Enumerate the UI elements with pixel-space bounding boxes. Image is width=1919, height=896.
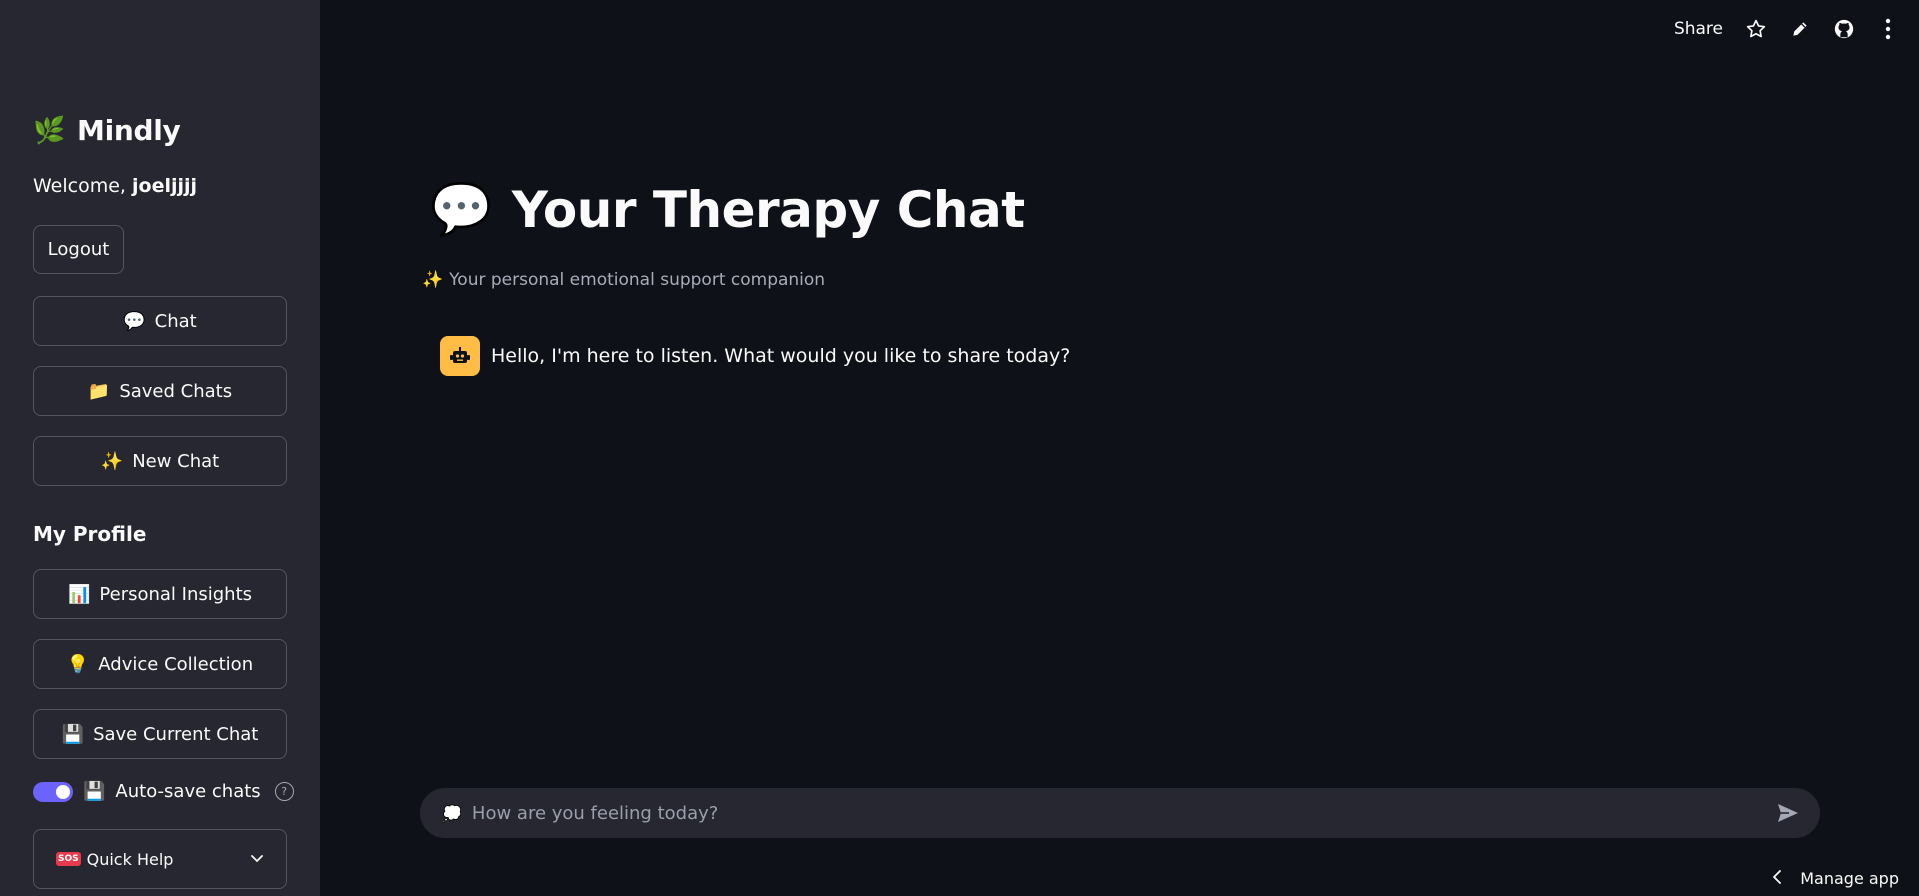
save-current-chat-label: Save Current Chat bbox=[93, 723, 259, 745]
lightbulb-icon: 💡 bbox=[66, 653, 90, 675]
send-icon[interactable] bbox=[1774, 799, 1802, 827]
sparkles-icon: ✨ bbox=[422, 270, 444, 290]
autosave-toggle[interactable] bbox=[33, 781, 73, 802]
new-chat-button[interactable]: ✨ New Chat bbox=[33, 436, 287, 486]
more-vertical-icon[interactable] bbox=[1877, 18, 1899, 40]
share-button[interactable]: Share bbox=[1674, 19, 1723, 39]
leaf-icon: 🌿 bbox=[33, 115, 66, 146]
chat-message-text: Hello, I'm here to listen. What would yo… bbox=[491, 345, 1071, 367]
brand: 🌿 Mindly bbox=[33, 114, 181, 147]
chat-input-bar: 💭 bbox=[420, 788, 1820, 838]
manage-app-button[interactable]: Manage app bbox=[1772, 869, 1899, 888]
thought-bubble-icon: 💭 bbox=[442, 803, 462, 823]
quick-help-label: Quick Help bbox=[86, 849, 174, 869]
top-toolbar: Share bbox=[1674, 18, 1899, 40]
advice-collection-button[interactable]: 💡 Advice Collection bbox=[33, 639, 287, 689]
chat-button-label: Chat bbox=[154, 310, 197, 332]
help-icon[interactable]: ? bbox=[274, 782, 294, 801]
saved-chats-label: Saved Chats bbox=[119, 380, 233, 402]
logout-button[interactable]: Logout bbox=[33, 225, 124, 274]
personal-insights-label: Personal Insights bbox=[99, 583, 253, 605]
autosave-row: 💾 Auto-save chats ? bbox=[33, 781, 294, 802]
welcome-text: Welcome, joeljjjj bbox=[33, 175, 197, 197]
autosave-label: Auto-save chats bbox=[115, 781, 261, 802]
speech-bubble-icon: 💬 bbox=[123, 310, 146, 332]
sparkles-icon: ✨ bbox=[100, 450, 124, 472]
chat-input[interactable] bbox=[469, 801, 1774, 825]
advice-collection-label: Advice Collection bbox=[98, 653, 254, 675]
welcome-prefix: Welcome, bbox=[33, 175, 126, 197]
toggle-knob bbox=[56, 784, 70, 799]
bar-chart-icon: 📊 bbox=[67, 583, 91, 605]
personal-insights-button[interactable]: 📊 Personal Insights bbox=[33, 569, 287, 619]
floppy-disk-icon: 💾 bbox=[61, 723, 85, 745]
pencil-icon[interactable] bbox=[1789, 18, 1811, 40]
speech-bubble-icon: 💬 bbox=[430, 180, 492, 238]
github-icon[interactable] bbox=[1833, 18, 1855, 40]
robot-icon bbox=[440, 336, 480, 376]
quick-help-expander[interactable]: SOS Quick Help bbox=[33, 829, 287, 889]
save-current-chat-button[interactable]: 💾 Save Current Chat bbox=[33, 709, 287, 759]
brand-name: Mindly bbox=[77, 114, 181, 147]
star-icon[interactable] bbox=[1745, 18, 1767, 40]
sos-icon: SOS bbox=[56, 852, 81, 866]
floppy-disk-icon: 💾 bbox=[83, 781, 106, 802]
chat-button[interactable]: 💬 Chat bbox=[33, 296, 287, 346]
sidebar: 🌿 Mindly Welcome, joeljjjj Logout 💬 Chat… bbox=[0, 0, 320, 896]
page-title-text: Your Therapy Chat bbox=[511, 180, 1025, 239]
folder-icon: 📁 bbox=[87, 380, 111, 402]
saved-chats-button[interactable]: 📁 Saved Chats bbox=[33, 366, 287, 416]
profile-section-title: My Profile bbox=[33, 522, 147, 546]
new-chat-label: New Chat bbox=[132, 450, 220, 472]
chevron-down-icon bbox=[250, 850, 264, 869]
username: joeljjjj bbox=[132, 175, 198, 197]
page-subtitle-text: Your personal emotional support companio… bbox=[449, 270, 826, 290]
page-subtitle: ✨ Your personal emotional support compan… bbox=[422, 270, 825, 290]
page-title: 💬 Your Therapy Chat bbox=[430, 180, 1025, 239]
chevron-left-icon bbox=[1772, 869, 1782, 888]
manage-app-label: Manage app bbox=[1800, 869, 1899, 888]
chat-message: Hello, I'm here to listen. What would yo… bbox=[440, 336, 1070, 376]
